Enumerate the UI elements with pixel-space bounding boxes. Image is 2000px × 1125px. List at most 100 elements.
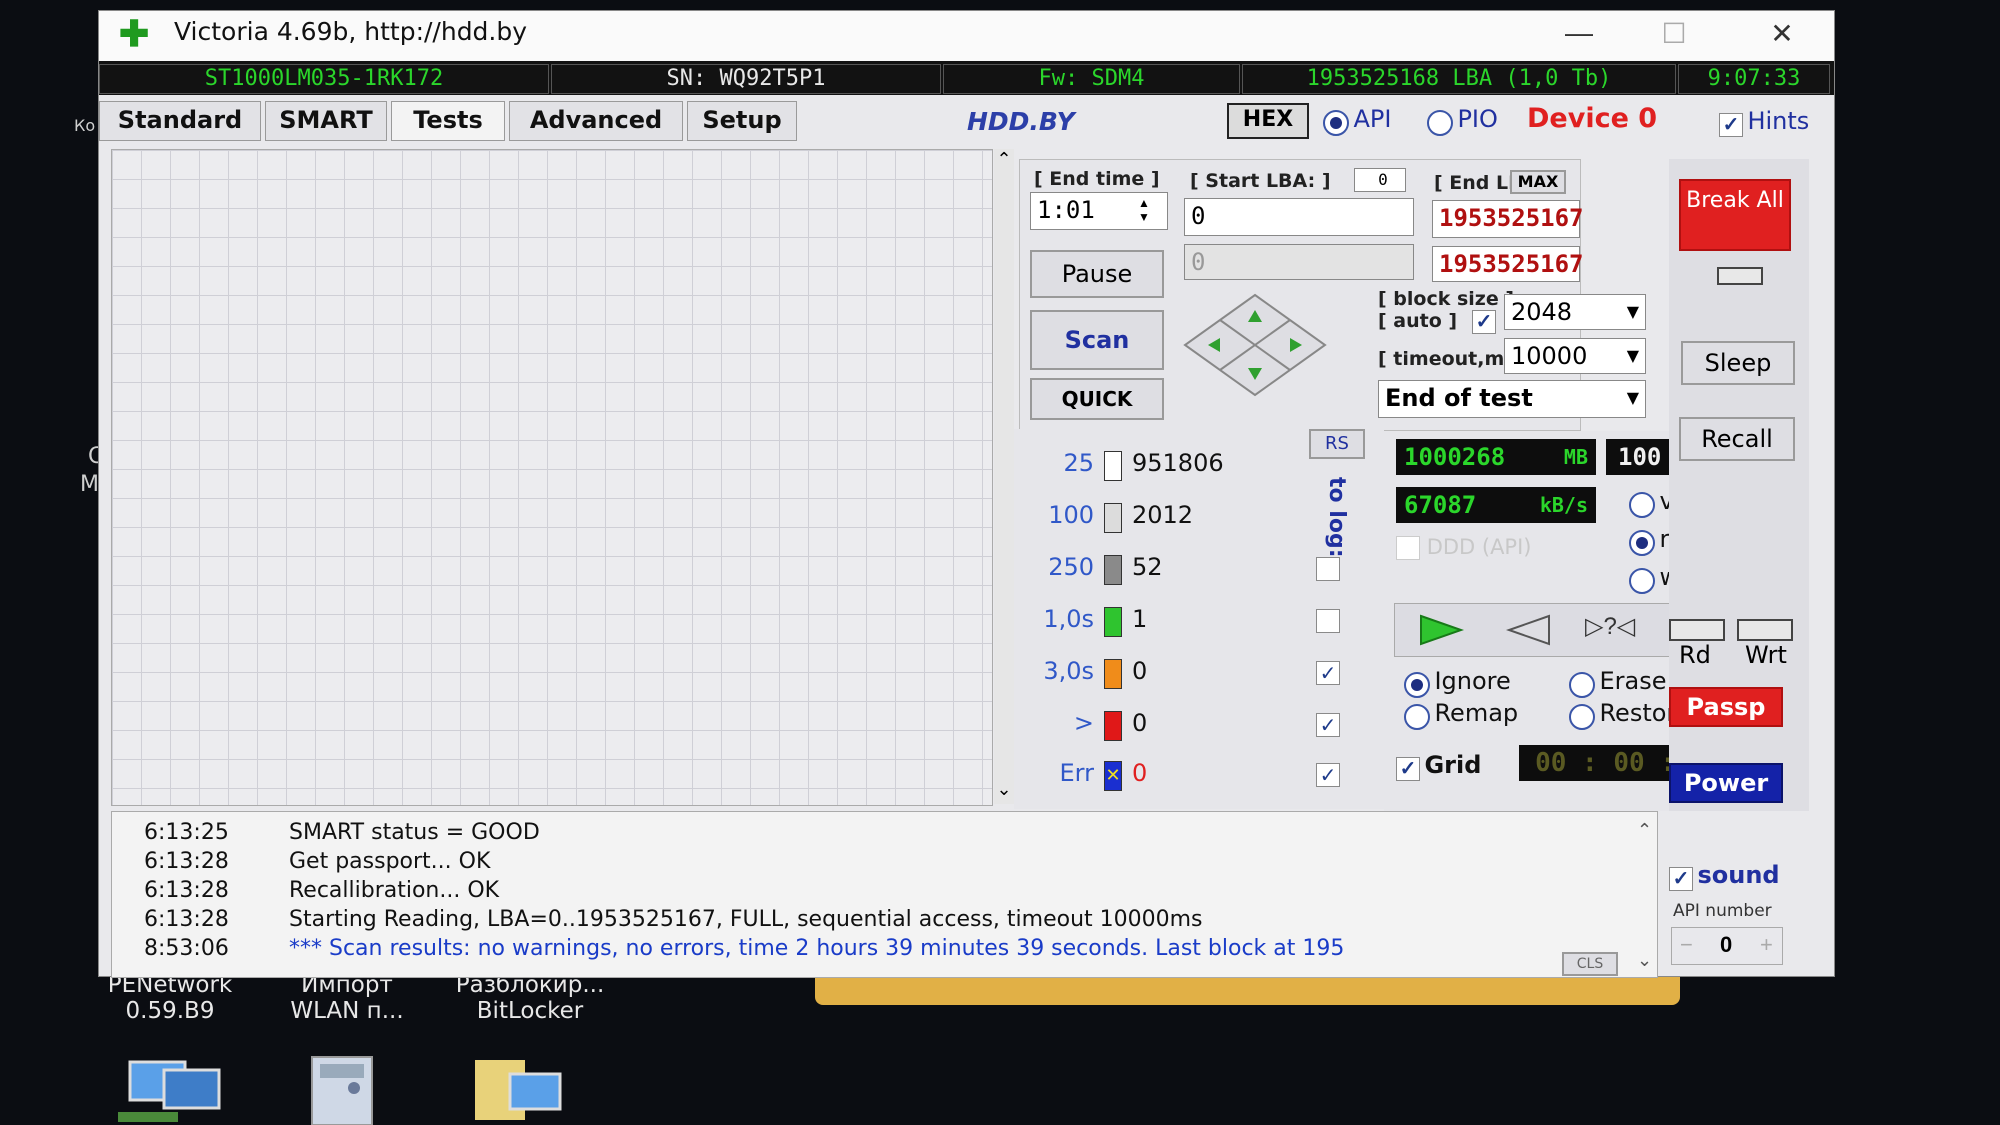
api-radio[interactable]: API	[1323, 105, 1391, 136]
power-button[interactable]: Power	[1669, 763, 1783, 803]
hints-check-icon: ✓	[1719, 112, 1743, 137]
pause-button[interactable]: Pause	[1030, 250, 1164, 298]
hdd-by-link[interactable]: HDD.BY	[967, 107, 1075, 136]
block-size-label: [ block size ]	[1378, 288, 1515, 310]
desktop-icon-label-wlan[interactable]: Импорт WLAN п...	[262, 972, 432, 1024]
title-bar[interactable]: ✚ Victoria 4.69b, http://hdd.by — ☐ ✕	[99, 11, 1834, 61]
start-lba-input[interactable]: 0	[1184, 198, 1414, 236]
sleep-button[interactable]: Sleep	[1681, 341, 1795, 385]
clear-log-button[interactable]: CLS	[1562, 952, 1618, 976]
hex-button[interactable]: HEX	[1227, 103, 1309, 139]
stat-row-value: 0	[1132, 709, 1148, 737]
hints-label: Hints	[1747, 107, 1810, 135]
stat-row-label: 250	[1048, 553, 1094, 581]
minimize-button[interactable]: —	[1549, 17, 1609, 49]
log-scroll-up-icon[interactable]: ⌃	[1637, 820, 1652, 841]
log-time: 6:13:28	[144, 907, 229, 932]
scroll-down-icon[interactable]: ⌄	[994, 779, 1014, 800]
drive-model: ST1000LM035-1RK172	[99, 64, 549, 94]
bitlocker-folder-icon[interactable]	[470, 1052, 580, 1125]
stat-color-swatch: ✕	[1104, 761, 1122, 791]
log-message: *** Scan results: no warnings, no errors…	[289, 936, 1345, 961]
rewind-icon[interactable]	[1505, 612, 1555, 648]
tab-tests[interactable]: Tests	[391, 101, 505, 141]
to-log-checkbox[interactable]	[1316, 557, 1340, 581]
log-line: 8:53:06 *** Scan results: no warnings, no…	[144, 936, 1344, 961]
direction-pad[interactable]	[1180, 290, 1330, 400]
log-time: 8:53:06	[144, 936, 229, 961]
end-time-spinner-icon[interactable]: ▲ ▼	[1138, 196, 1150, 224]
ddd-api-checkbox[interactable]: DDD (API)	[1396, 535, 1531, 560]
ignore-radio[interactable]: Ignore	[1404, 667, 1511, 698]
stat-row-value: 1	[1132, 605, 1148, 633]
to-log-checkbox[interactable]: ✓	[1316, 713, 1340, 737]
scan-button[interactable]: Scan	[1030, 310, 1164, 370]
tab-setup[interactable]: Setup	[687, 101, 797, 141]
scan-control-panel: [ End time ] 1:01 ▲ ▼ [ Start LBA: ] 0 0 …	[1019, 159, 1646, 431]
maximize-button[interactable]: ☐	[1644, 17, 1704, 50]
ignore-label: Ignore	[1434, 667, 1511, 695]
start-lba-counter[interactable]: 0	[1354, 168, 1406, 192]
timeout-value: 10000	[1511, 342, 1588, 370]
play-icon[interactable]	[1415, 612, 1465, 648]
chevron-down-icon: ▼	[1626, 346, 1639, 365]
chevron-down-icon: ▼	[1626, 302, 1639, 321]
rs-button[interactable]: RS	[1309, 429, 1365, 459]
log-scroll-down-icon[interactable]: ⌄	[1637, 950, 1652, 971]
megabytes-unit: MB	[1563, 445, 1588, 469]
stat-row-value: 951806	[1132, 449, 1224, 477]
tab-advanced[interactable]: Advanced	[509, 101, 683, 141]
end-action-value: End of test	[1385, 384, 1533, 412]
grid-scrollbar[interactable]: ⌃ ⌄	[994, 149, 1014, 804]
timeout-select[interactable]: 10000 ▼	[1504, 338, 1646, 374]
calculator-icon[interactable]	[292, 1052, 392, 1125]
remap-radio[interactable]: Remap	[1404, 699, 1518, 730]
api-number-stepper[interactable]: − 0 +	[1671, 927, 1783, 965]
erase-radio[interactable]: Erase	[1569, 667, 1666, 698]
block-auto-checkbox[interactable]: ✓	[1472, 310, 1496, 334]
tab-standard[interactable]: Standard	[99, 101, 261, 141]
event-log[interactable]: 6:13:25 SMART status = GOOD 6:13:28 Get pas…	[111, 811, 1658, 978]
grid-checkbox[interactable]: ✓ Grid	[1396, 751, 1481, 781]
to-log-checkbox[interactable]: ✓	[1316, 763, 1340, 787]
window-title: Victoria 4.69b, http://hdd.by	[174, 17, 528, 46]
scroll-up-icon[interactable]: ⌃	[994, 149, 1014, 170]
desktop-icon-label-bitlocker[interactable]: Разблокир... BitLocker	[440, 972, 620, 1024]
pio-radio[interactable]: PIO	[1427, 105, 1498, 136]
write-radio-indicator	[1629, 567, 1655, 594]
api-number-label: API number	[1673, 901, 1772, 921]
to-log-label: to log:	[1324, 477, 1349, 558]
desktop-icon-label-line: WLAN п...	[290, 998, 404, 1024]
right-sidebar: Break All Sleep Recall Rd Wrt Passp Powe…	[1669, 159, 1809, 811]
sound-checkbox[interactable]: ✓ sound	[1669, 861, 1819, 891]
recall-button[interactable]: Recall	[1679, 417, 1795, 461]
log-line: 6:13:28 Recallibration... OK	[144, 878, 499, 903]
increment-icon[interactable]: +	[1760, 932, 1773, 958]
log-line: 6:13:28 Get passport... OK	[144, 849, 490, 874]
end-action-select[interactable]: End of test ▼	[1378, 380, 1646, 418]
to-log-checkbox[interactable]: ✓	[1316, 661, 1340, 685]
end-lba-input[interactable]: 1953525167	[1432, 200, 1584, 238]
quick-button[interactable]: QUICK	[1030, 378, 1164, 420]
hints-checkbox[interactable]: ✓ Hints	[1719, 107, 1809, 137]
block-size-select[interactable]: 2048 ▼	[1504, 294, 1646, 330]
stat-row-label: Err	[1059, 759, 1094, 787]
status-indicator	[1717, 267, 1763, 285]
stat-row-value: 0	[1132, 657, 1148, 685]
close-button[interactable]: ✕	[1752, 17, 1812, 50]
decrement-icon[interactable]: −	[1680, 932, 1693, 958]
grid-check-icon: ✓	[1396, 756, 1420, 781]
passport-button[interactable]: Passp	[1669, 687, 1783, 727]
network-computers-icon[interactable]	[118, 1052, 228, 1125]
end-lba-max-button[interactable]: MAX	[1510, 170, 1566, 194]
device-selector[interactable]: Device 0	[1527, 103, 1657, 134]
clock: 9:07:33	[1678, 64, 1830, 94]
random-seek-icon[interactable]: ▷?◁	[1585, 612, 1635, 641]
log-time: 6:13:28	[144, 878, 229, 903]
tab-smart[interactable]: SMART	[265, 101, 387, 141]
scan-block-grid[interactable]	[111, 149, 993, 806]
desktop-icon-label-penetwork[interactable]: PENetwork 0.59.B9	[85, 972, 255, 1024]
to-log-checkbox[interactable]	[1316, 609, 1340, 633]
break-all-button[interactable]: Break All	[1679, 179, 1791, 251]
desktop-icon-label-line: BitLocker	[476, 998, 584, 1024]
